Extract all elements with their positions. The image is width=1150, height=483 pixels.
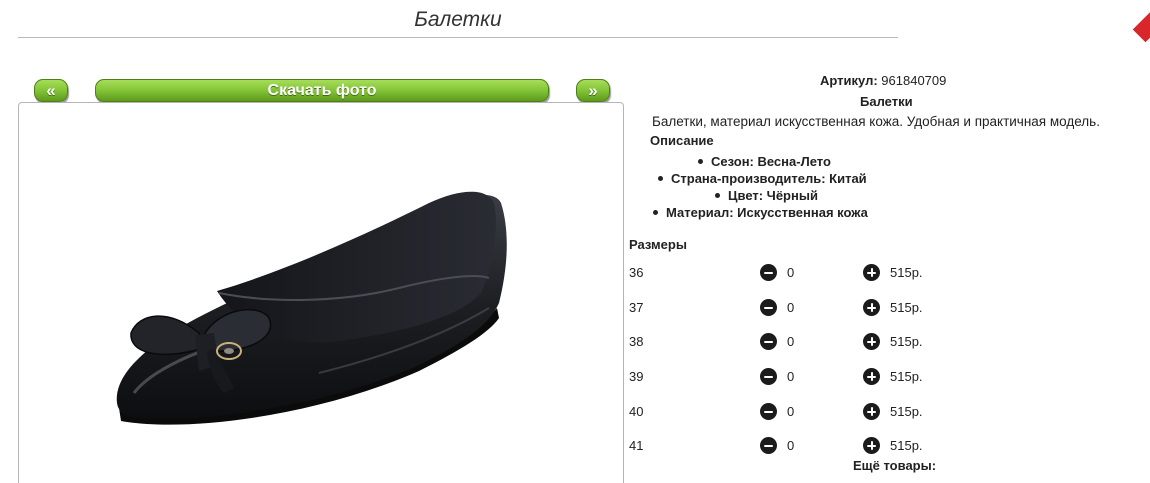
size-value: 39 (629, 369, 644, 384)
price-value: 515р. (890, 369, 923, 384)
plus-circle-icon[interactable] (863, 333, 880, 350)
price-value: 515р. (890, 300, 923, 315)
minus-circle-icon[interactable] (760, 368, 777, 385)
description-heading: Описание (650, 133, 714, 148)
article-label: Артикул: (820, 73, 878, 88)
quantity-value: 0 (787, 438, 795, 453)
title-divider (18, 37, 898, 38)
quantity-value: 0 (787, 334, 795, 349)
size-value: 37 (629, 300, 644, 315)
size-row: 41 0 515р. (628, 436, 1148, 456)
prev-photo-button[interactable]: « (34, 79, 68, 102)
price-value: 515р. (890, 265, 923, 280)
quantity-value: 0 (787, 369, 795, 384)
minus-circle-icon[interactable] (760, 264, 777, 281)
minus-circle-icon[interactable] (760, 403, 777, 420)
size-value: 41 (629, 438, 644, 453)
spec-item: Страна-производитель: Китай (658, 171, 867, 186)
spec-item: Материал: Искусственная кожа (653, 205, 868, 220)
price-value: 515р. (890, 438, 923, 453)
product-photo-frame (18, 102, 624, 483)
size-value: 38 (629, 334, 644, 349)
more-products-heading: Ещё товары: (853, 458, 937, 473)
minus-circle-icon[interactable] (760, 333, 777, 350)
minus-circle-icon[interactable] (760, 437, 777, 454)
bullet-icon (698, 159, 703, 164)
size-value: 36 (629, 265, 644, 280)
plus-circle-icon[interactable] (863, 368, 880, 385)
article-value: 961840709 (881, 73, 947, 88)
size-row: 36 0 515р. (628, 263, 1148, 283)
bullet-icon (715, 193, 720, 198)
quantity-value: 0 (787, 300, 795, 315)
bullet-icon (658, 176, 663, 181)
price-value: 515р. (890, 404, 923, 419)
next-photo-button[interactable]: » (576, 79, 610, 102)
page-title: Балетки (414, 8, 502, 31)
product-summary: Балетки, материал искусственная кожа. Уд… (652, 114, 1100, 129)
size-row: 40 0 515р. (628, 402, 1148, 422)
size-value: 40 (629, 404, 644, 419)
product-photo[interactable] (19, 103, 624, 483)
quantity-value: 0 (787, 404, 795, 419)
sizes-heading: Размеры (629, 237, 687, 252)
plus-circle-icon[interactable] (863, 403, 880, 420)
quantity-value: 0 (787, 265, 795, 280)
corner-badge-icon (1132, 9, 1150, 43)
plus-circle-icon[interactable] (863, 437, 880, 454)
size-row: 38 0 515р. (628, 332, 1148, 352)
bullet-icon (653, 210, 658, 215)
plus-circle-icon[interactable] (863, 299, 880, 316)
size-row: 39 0 515р. (628, 367, 1148, 387)
price-value: 515р. (890, 334, 923, 349)
minus-circle-icon[interactable] (760, 299, 777, 316)
product-name: Балетки (860, 94, 913, 109)
spec-item: Сезон: Весна-Лето (698, 154, 831, 169)
size-row: 37 0 515р. (628, 298, 1148, 318)
download-photo-button[interactable]: Скачать фото (95, 79, 549, 102)
plus-circle-icon[interactable] (863, 264, 880, 281)
spec-item: Цвет: Чёрный (715, 188, 818, 203)
article-line: Артикул: 961840709 (820, 73, 946, 88)
